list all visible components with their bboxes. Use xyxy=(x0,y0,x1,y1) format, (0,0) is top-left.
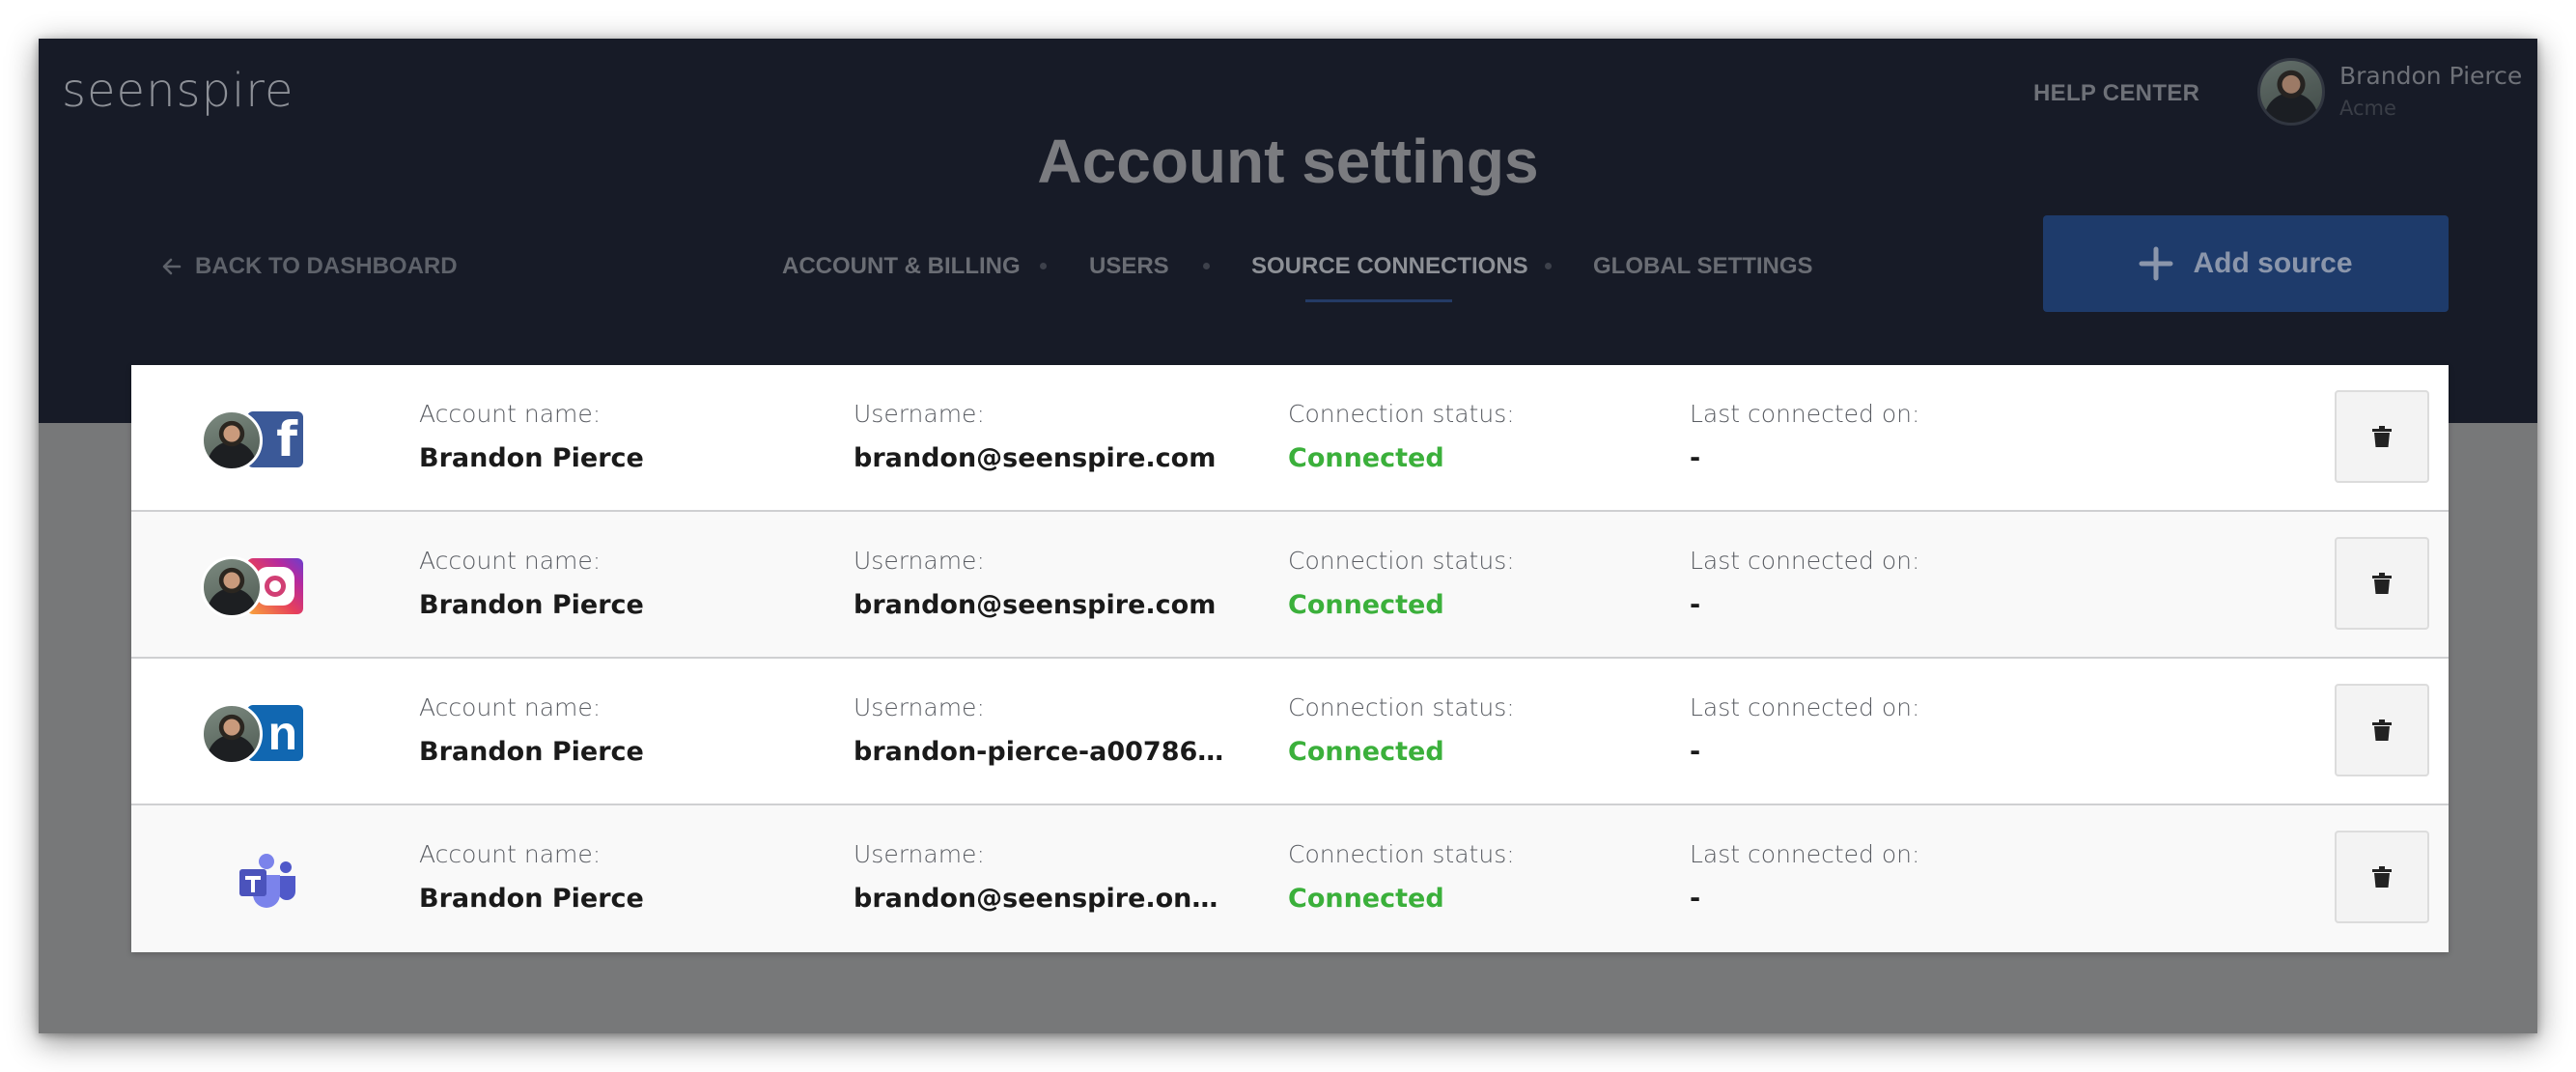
delete-connection-button[interactable] xyxy=(2335,684,2429,776)
username-value: brandon@seenspire.com xyxy=(854,443,1217,473)
last-connected-value: - xyxy=(1690,884,1701,914)
connection-row: f Account name: Brandon Pierce Username:… xyxy=(131,365,2449,512)
status-label: Connection status: xyxy=(1288,840,1515,868)
delete-connection-button[interactable] xyxy=(2335,537,2429,630)
source-icons: f xyxy=(201,402,317,475)
tab-source-connections[interactable]: SOURCE CONNECTIONS xyxy=(1251,253,1528,280)
active-tab-indicator xyxy=(1305,299,1452,302)
last-connected-cell: Last connected on: - xyxy=(1690,400,1919,473)
add-source-label: Add source xyxy=(2193,247,2353,279)
arrow-left-icon xyxy=(162,258,182,275)
username-label: Username: xyxy=(854,547,985,575)
last-connected-value: - xyxy=(1690,443,1701,473)
delete-connection-button[interactable] xyxy=(2335,831,2429,923)
user-avatar[interactable] xyxy=(2257,58,2325,126)
connections-list: f Account name: Brandon Pierce Username:… xyxy=(131,365,2449,952)
connection-row: Account name: Brandon Pierce Username: b… xyxy=(131,805,2449,952)
status-value: Connected xyxy=(1288,590,1444,620)
connection-row: Account name: Brandon Pierce Username: b… xyxy=(131,512,2449,659)
tab-account-billing[interactable]: ACCOUNT & BILLING xyxy=(782,253,1021,280)
account-name-label: Account name: xyxy=(419,547,602,575)
trash-icon xyxy=(2372,573,2392,594)
account-avatar xyxy=(201,556,263,618)
tab-separator xyxy=(1203,263,1210,269)
last-connected-cell: Last connected on: - xyxy=(1690,693,1919,767)
add-source-button[interactable]: Add source xyxy=(2043,215,2449,312)
account-name-label: Account name: xyxy=(419,693,602,721)
back-to-dashboard-link[interactable]: BACK TO DASHBOARD xyxy=(160,253,458,280)
source-icons: n xyxy=(201,695,317,769)
status-label: Connection status: xyxy=(1288,400,1515,428)
last-connected-cell: Last connected on: - xyxy=(1690,840,1919,914)
user-name[interactable]: Brandon Pierce xyxy=(2339,62,2522,90)
username-label: Username: xyxy=(854,693,985,721)
page-title: Account settings xyxy=(1037,127,1539,196)
status-cell: Connection status: Connected xyxy=(1288,840,1515,914)
last-connected-cell: Last connected on: - xyxy=(1690,547,1919,620)
account-avatar xyxy=(201,409,263,471)
account-name-value: Brandon Pierce xyxy=(419,884,644,914)
account-name-cell: Account name: Brandon Pierce xyxy=(419,840,644,914)
status-cell: Connection status: Connected xyxy=(1288,547,1515,620)
tab-users[interactable]: USERS xyxy=(1089,253,1169,280)
connection-row: n Account name: Brandon Pierce Username:… xyxy=(131,659,2449,805)
account-name-label: Account name: xyxy=(419,400,602,428)
plus-icon xyxy=(2139,246,2173,281)
username-cell: Username: brandon@seenspire.com xyxy=(854,400,1240,473)
username-value: brandon-pierce-a00786200 xyxy=(854,737,1240,767)
status-cell: Connection status: Connected xyxy=(1288,400,1515,473)
status-label: Connection status: xyxy=(1288,547,1515,575)
seenspire-logo[interactable]: seenspire xyxy=(62,64,294,118)
account-name-cell: Account name: Brandon Pierce xyxy=(419,693,644,767)
username-value: brandon@seenspire.com xyxy=(854,590,1217,620)
last-connected-label: Last connected on: xyxy=(1690,693,1920,721)
account-avatar xyxy=(201,703,263,765)
last-connected-value: - xyxy=(1690,590,1701,620)
microsoft-teams-icon xyxy=(239,854,295,908)
app-window: seenspire HELP CENTER Brandon Pierce Acm… xyxy=(39,39,2537,1033)
delete-connection-button[interactable] xyxy=(2335,390,2429,483)
username-value: brandon@seenspire.onmicro... xyxy=(854,884,1240,914)
back-label: BACK TO DASHBOARD xyxy=(195,253,458,279)
username-label: Username: xyxy=(854,400,985,428)
status-cell: Connection status: Connected xyxy=(1288,693,1515,767)
username-cell: Username: brandon@seenspire.com xyxy=(854,547,1240,620)
last-connected-value: - xyxy=(1690,737,1701,767)
source-icons xyxy=(201,549,317,622)
account-name-cell: Account name: Brandon Pierce xyxy=(419,547,644,620)
help-center-link[interactable]: HELP CENTER xyxy=(2033,80,2199,107)
status-value: Connected xyxy=(1288,884,1444,914)
account-name-value: Brandon Pierce xyxy=(419,443,644,473)
username-cell: Username: brandon@seenspire.onmicro... xyxy=(854,840,1240,914)
account-name-cell: Account name: Brandon Pierce xyxy=(419,400,644,473)
account-name-label: Account name: xyxy=(419,840,602,868)
username-label: Username: xyxy=(854,840,985,868)
status-value: Connected xyxy=(1288,443,1444,473)
status-label: Connection status: xyxy=(1288,693,1515,721)
user-organization: Acme xyxy=(2339,97,2396,120)
account-name-value: Brandon Pierce xyxy=(419,590,644,620)
account-name-value: Brandon Pierce xyxy=(419,737,644,767)
last-connected-label: Last connected on: xyxy=(1690,840,1920,868)
last-connected-label: Last connected on: xyxy=(1690,400,1920,428)
trash-icon xyxy=(2372,866,2392,888)
status-value: Connected xyxy=(1288,737,1444,767)
tab-separator xyxy=(1545,263,1552,269)
last-connected-label: Last connected on: xyxy=(1690,547,1920,575)
tab-global-settings[interactable]: GLOBAL SETTINGS xyxy=(1593,253,1813,280)
username-cell: Username: brandon-pierce-a00786200 xyxy=(854,693,1240,767)
tab-separator xyxy=(1040,263,1047,269)
trash-icon xyxy=(2372,719,2392,741)
trash-icon xyxy=(2372,426,2392,447)
